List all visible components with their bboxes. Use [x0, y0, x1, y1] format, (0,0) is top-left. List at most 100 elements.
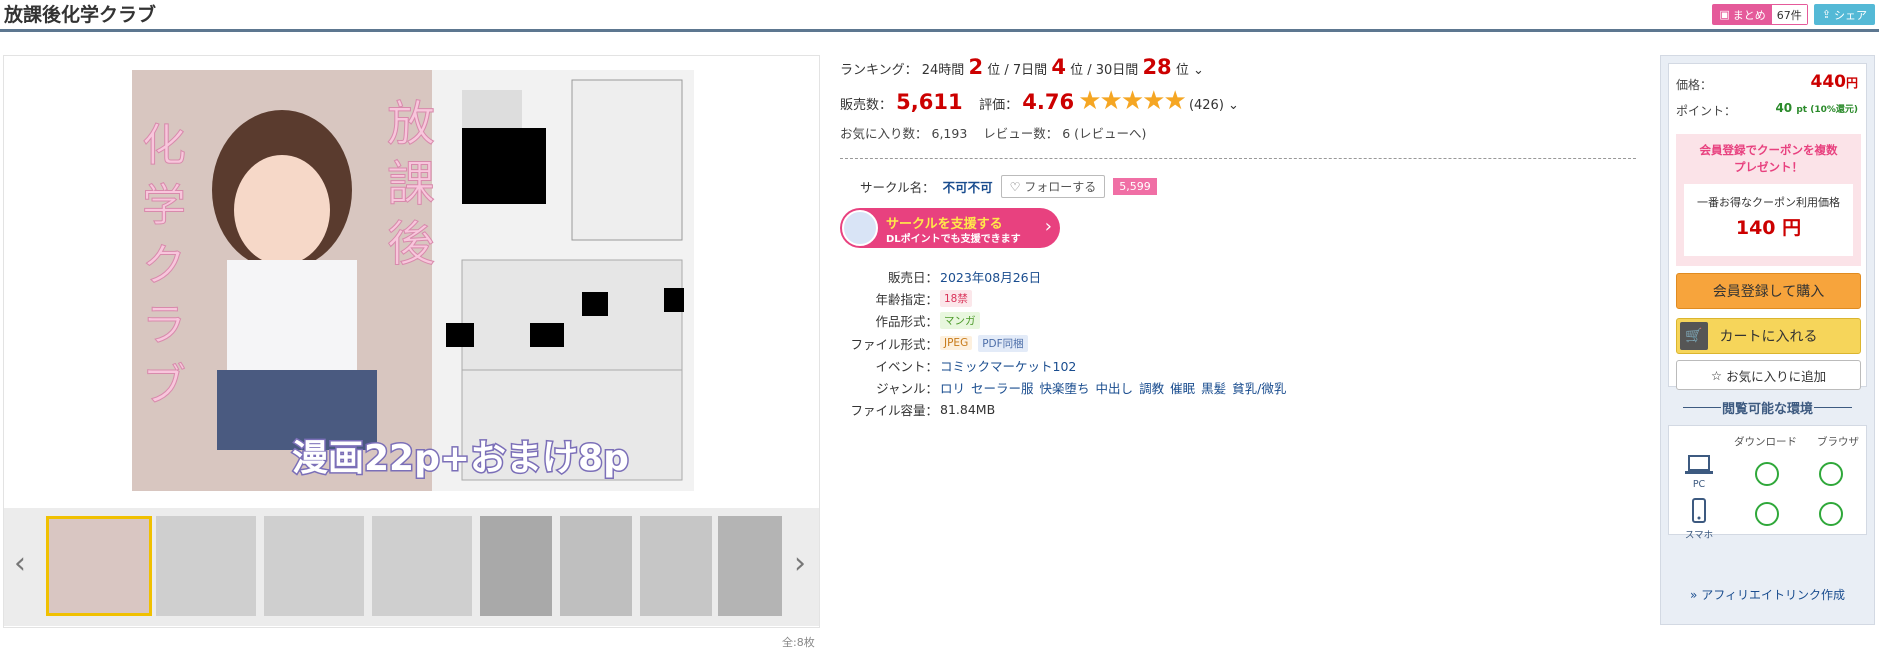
svg-text:ク: ク: [142, 240, 186, 291]
add-favorite-button[interactable]: ☆ お気に入りに追加: [1676, 360, 1861, 390]
circle-label: サークル名：: [860, 180, 935, 195]
main-cover-image[interactable]: 放 課 後 化 学 ク ラ ブ 漫画22p+おまけ8p: [132, 70, 694, 491]
circle-name-link[interactable]: 不可不可: [943, 177, 993, 196]
chevron-right-icon: ›: [1044, 216, 1052, 237]
favorites-value: 6,193: [931, 126, 968, 141]
svg-text:化: 化: [142, 120, 186, 171]
ranking-7d-label: 7日間: [1012, 63, 1048, 78]
share-button[interactable]: ⇪ シェア: [1813, 4, 1875, 25]
laptop-icon: [1685, 455, 1713, 474]
pc-download-ok-icon: [1755, 462, 1779, 486]
price-value: 440円: [1810, 72, 1858, 92]
matome-button[interactable]: ▣ まとめ 67件: [1712, 4, 1808, 25]
double-chevron-icon: »: [1690, 588, 1702, 602]
thumbnail-4[interactable]: [372, 516, 472, 616]
favorites-row: お気に入り数： 6,193 レビュー数： 6 (レビューへ): [840, 123, 1146, 142]
star-rating-icon: ★★★★★: [1078, 86, 1187, 116]
event-link[interactable]: コミックマーケット102: [940, 356, 1076, 375]
ranking-7d-value: 4: [1051, 55, 1066, 79]
genre-link[interactable]: 催眠: [1170, 378, 1195, 397]
genre-link[interactable]: 快楽堕ち: [1040, 378, 1090, 397]
prev-arrow-icon[interactable]: ‹: [14, 546, 26, 581]
chevron-down-icon[interactable]: ⌄: [1228, 98, 1239, 113]
star-outline-icon: ☆: [1710, 367, 1727, 383]
smartphone-icon: [1692, 498, 1706, 523]
coupon-label: 一番お得なクーポン利用価格: [1697, 196, 1840, 209]
svg-text:ブ: ブ: [142, 360, 186, 411]
bookmark-icon: ▣: [1719, 8, 1730, 21]
download-column-label: ダウンロード: [1734, 436, 1797, 448]
environment-box: ダウンロード ブラウザ PC スマホ: [1668, 425, 1867, 541]
next-arrow-icon[interactable]: ›: [794, 546, 806, 581]
pc-device: PC: [1679, 454, 1719, 490]
member-register-buy-button[interactable]: 会員登録して購入: [1676, 273, 1861, 309]
thumbnail-2[interactable]: [156, 516, 256, 616]
thumbnail-5[interactable]: [480, 516, 552, 616]
genre-link[interactable]: 黒髪: [1201, 378, 1226, 397]
cover-art: 放 課 後 化 学 ク ラ ブ 漫画22p+おまけ8p: [132, 70, 694, 491]
share-label: シェア: [1834, 8, 1867, 22]
price-label: 価格：: [1676, 78, 1713, 92]
ranking-unit: 位: [1070, 63, 1084, 78]
matome-count: 67件: [1771, 5, 1807, 24]
ranking-24h-value: 2: [968, 55, 984, 79]
ranking-row: ランキング： 24時間 2 位 / 7日間 4 位 / 30日間 28 位 ⌄: [840, 55, 1204, 79]
follow-button[interactable]: ♡ フォローする: [1000, 175, 1106, 198]
environment-heading: 閲覧可能な環境: [1661, 398, 1874, 417]
spec-table: 販売日： 2023年08月26日 年齢指定： 18禁 作品形式： マンガ ファイ…: [840, 265, 1286, 421]
support-subtitle: DLポイントでも支援できます: [886, 234, 1021, 245]
genre-link[interactable]: 調教: [1139, 378, 1164, 397]
svg-text:後: 後: [387, 216, 435, 272]
point-value: 40 pt (10%還元): [1775, 101, 1858, 115]
svg-text:課: 課: [387, 156, 435, 212]
genre-link[interactable]: 貧乳/微乳: [1232, 378, 1286, 397]
svg-text:ラ: ラ: [142, 300, 186, 351]
jpeg-badge[interactable]: JPEG: [940, 336, 973, 351]
point-row: ポイント： 40 pt (10%還元): [1676, 101, 1861, 119]
review-value: 6: [1062, 126, 1071, 141]
thumbnail-6[interactable]: [560, 516, 632, 616]
coupon-price: 140 円: [1735, 217, 1802, 239]
genre-link[interactable]: ロリ: [940, 378, 965, 397]
format-badge[interactable]: マンガ: [940, 312, 980, 330]
matome-label: まとめ: [1732, 8, 1766, 22]
add-to-cart-button[interactable]: 🛒 カートに入れる: [1676, 318, 1861, 354]
thumbnail-8[interactable]: [718, 516, 782, 616]
ranking-24h-label: 24時間: [921, 63, 965, 78]
purchase-sidebar: 価格： 440円 ポイント： 40 pt (10%還元) 会員登録でクーポンを複…: [1660, 55, 1875, 625]
thumbnail-7[interactable]: [640, 516, 712, 616]
rating-value: 4.76: [1022, 90, 1075, 114]
rating-count: (426): [1188, 98, 1224, 113]
ranking-label: ランキング：: [840, 63, 918, 78]
header-buttons: ▣ まとめ 67件 ⇪ シェア: [1712, 4, 1875, 25]
affiliate-link[interactable]: » アフィリエイトリンク作成: [1661, 586, 1874, 603]
genre-link[interactable]: セーラー服: [971, 378, 1034, 397]
genre-link[interactable]: 中出し: [1096, 378, 1134, 397]
header-bar: 放課後化学クラブ ▣ まとめ 67件 ⇪ シェア: [0, 0, 1879, 32]
thumbnail-1[interactable]: [46, 516, 152, 616]
phone-device: スマホ: [1679, 498, 1719, 541]
sales-row: 販売数： 5,611 評価： 4.76 ★★★★★ (426) ⌄: [840, 86, 1239, 116]
chevron-down-icon[interactable]: ⌄: [1193, 63, 1204, 78]
rating-label: 評価：: [979, 98, 1019, 113]
favorites-label: お気に入り数：: [840, 126, 928, 141]
thumbnail-3[interactable]: [264, 516, 364, 616]
review-link[interactable]: (レビューへ): [1074, 126, 1146, 141]
image-total-count: 全:8枚: [782, 636, 815, 649]
cart-icon: 🛒: [1680, 322, 1708, 350]
spec-event: イベント： コミックマーケット102: [840, 354, 1286, 376]
follower-count: 5,599: [1113, 178, 1157, 195]
point-label: ポイント：: [1676, 104, 1737, 118]
support-circle-button[interactable]: サークルを支援する DLポイントでも支援できます ›: [840, 208, 1060, 248]
pdf-badge[interactable]: PDF同梱: [978, 334, 1028, 352]
spec-work-format: 作品形式： マンガ: [840, 310, 1286, 332]
sales-label: 販売数：: [840, 98, 893, 113]
image-gallery: 放 課 後 化 学 ク ラ ブ 漫画22p+おまけ8p ‹ ›: [3, 55, 820, 628]
spec-release-date: 販売日： 2023年08月26日: [887, 269, 1042, 285]
browser-column-label: ブラウザ: [1817, 436, 1859, 448]
age-badge[interactable]: 18禁: [940, 289, 972, 307]
svg-text:学: 学: [142, 180, 186, 231]
spec-file-format: ファイル形式： JPEG PDF同梱: [840, 332, 1286, 354]
ranking-30d-label: 30日間: [1095, 63, 1139, 78]
price-row: 価格： 440円: [1676, 72, 1861, 93]
